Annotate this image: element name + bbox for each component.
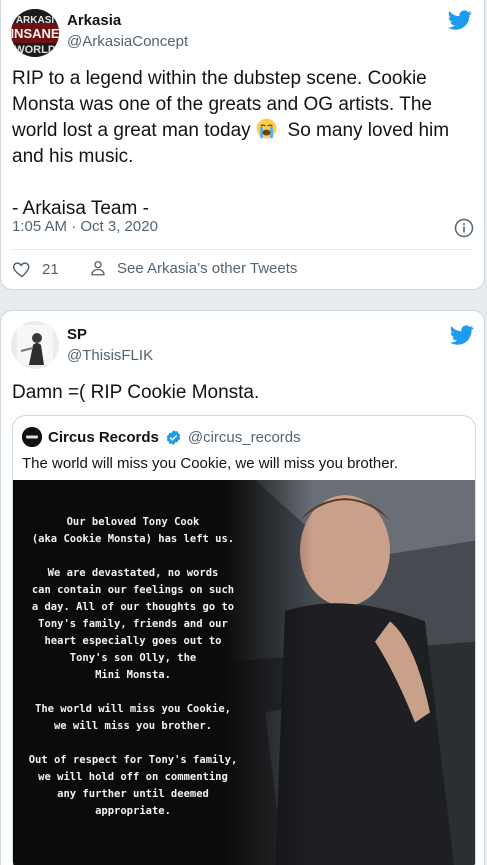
quoted-tweet[interactable]: Circus Records @circus_records The world…: [12, 415, 476, 865]
tweet-text: RIP to a legend within the dubstep scene…: [12, 66, 470, 222]
see-other-tweets-link[interactable]: See Arkasia’s other Tweets: [89, 259, 297, 277]
user-handle[interactable]: @ThisisFLIK: [67, 347, 153, 364]
quoted-tweet-header: Circus Records @circus_records: [22, 427, 301, 447]
loudly-crying-face-icon: [256, 118, 277, 139]
avatar[interactable]: [11, 321, 59, 369]
like-count: 21: [42, 260, 59, 278]
twitter-bird-icon[interactable]: [450, 323, 474, 347]
avatar[interactable]: ARKASI INSANE WORLD: [11, 9, 59, 57]
twitter-bird-icon[interactable]: [448, 8, 472, 32]
display-name[interactable]: Arkasia: [67, 12, 121, 29]
tweet-timestamp[interactable]: 1:05 AM · Oct 3, 2020: [12, 218, 158, 235]
tweet-card-sp: SP @ThisisFLIK Damn =( RIP Cookie Monsta…: [0, 310, 485, 865]
quoted-tweet-image[interactable]: Our beloved Tony Cook (aka Cookie Monsta…: [13, 480, 475, 865]
heart-icon: [12, 262, 30, 278]
cookie-monsta-photo: [225, 480, 475, 865]
display-name[interactable]: SP: [67, 326, 87, 343]
see-other-tweets-label: See Arkasia’s other Tweets: [117, 259, 298, 277]
info-icon[interactable]: [454, 218, 474, 238]
like-button[interactable]: 21: [12, 259, 59, 279]
quoted-tweet-text: The world will miss you Cookie, we will …: [22, 455, 398, 472]
quoted-display-name[interactable]: Circus Records: [48, 429, 159, 446]
svg-text:INSANE: INSANE: [11, 26, 59, 41]
tweet-text: Damn =( RIP Cookie Monsta.: [12, 382, 260, 403]
verified-badge-icon: [166, 429, 181, 445]
svg-text:ARKASI: ARKASI: [16, 15, 55, 26]
person-icon: [91, 260, 105, 276]
quoted-user-handle[interactable]: @circus_records: [188, 429, 301, 446]
divider: [12, 249, 473, 250]
announcement-text: Our beloved Tony Cook (aka Cookie Monsta…: [28, 516, 238, 817]
quoted-avatar[interactable]: [22, 427, 42, 447]
user-handle[interactable]: @ArkasiaConcept: [67, 33, 188, 50]
svg-text:WORLD: WORLD: [14, 44, 56, 56]
tweet-card-arkasia: ARKASI INSANE WORLD Arkasia @ArkasiaConc…: [0, 0, 485, 290]
